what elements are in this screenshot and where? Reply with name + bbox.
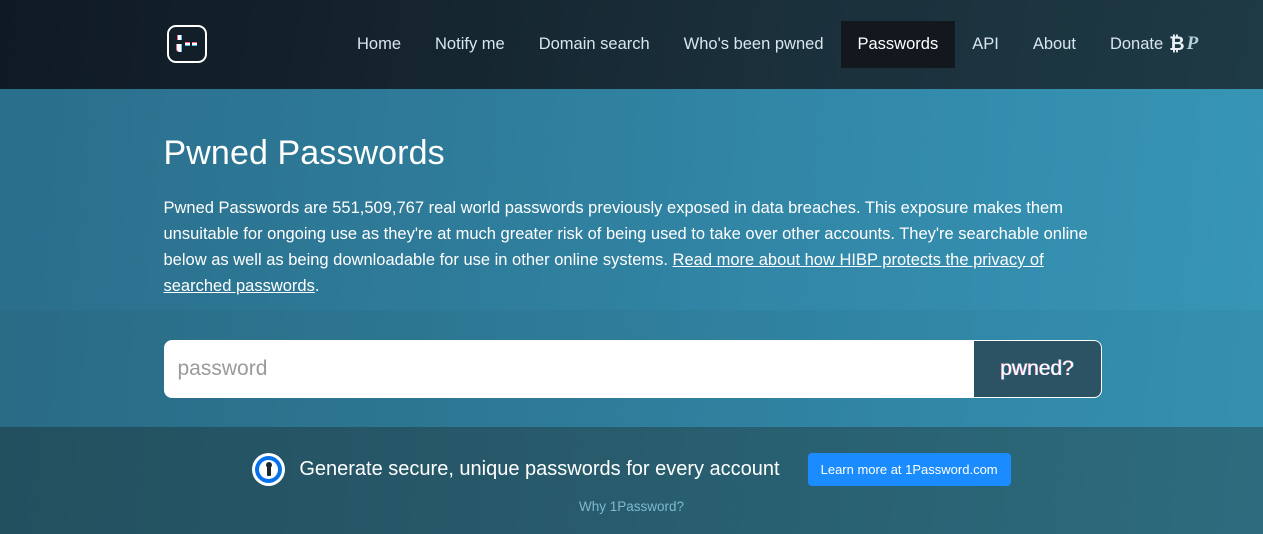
onepassword-headline: Generate secure, unique passwords for ev… — [299, 458, 780, 480]
onepassword-promo-banner: Generate secure, unique passwords for ev… — [0, 427, 1263, 534]
donate-icons: ₿ P — [1169, 34, 1199, 54]
main-navigation: Home Notify me Domain search Who's been … — [340, 0, 1215, 89]
paypal-icon[interactable]: P — [1187, 34, 1199, 53]
password-search-section: pwned? — [0, 310, 1263, 427]
nav-item-whos-been-pwned[interactable]: Who's been pwned — [667, 21, 841, 68]
nav-item-donate-label: Donate — [1109, 35, 1164, 54]
hero-description: Pwned Passwords are 551,509,767 real wor… — [164, 195, 1090, 299]
semicolon-dash-dash-glyph — [175, 34, 199, 54]
onepassword-learn-more-button[interactable]: Learn more at 1Password.com — [807, 453, 1011, 486]
why-1password-link[interactable]: Why 1Password? — [579, 499, 684, 514]
hibp-logo-icon[interactable] — [167, 25, 207, 63]
nav-item-domain-search[interactable]: Domain search — [522, 21, 667, 68]
bitcoin-icon[interactable]: ₿ — [1169, 35, 1184, 54]
nav-item-api[interactable]: API — [955, 21, 1016, 68]
password-search-input[interactable] — [163, 339, 974, 398]
hero-section: Pwned Passwords Pwned Passwords are 551,… — [0, 89, 1263, 310]
nav-item-donate[interactable]: Donate ₿ P — [1093, 20, 1215, 69]
pwned-submit-button[interactable]: pwned? — [973, 339, 1102, 398]
hero-description-tail: . — [314, 277, 320, 295]
1password-logo-icon — [252, 453, 286, 486]
site-header: Home Notify me Domain search Who's been … — [0, 0, 1263, 89]
onepassword-promo-row: Generate secure, unique passwords for ev… — [252, 453, 1011, 486]
nav-item-home[interactable]: Home — [340, 21, 418, 68]
password-search-form: pwned? — [162, 339, 1102, 398]
page-title: Pwned Passwords — [163, 134, 445, 172]
nav-item-about[interactable]: About — [1016, 21, 1093, 68]
nav-item-notify-me[interactable]: Notify me — [418, 21, 522, 68]
nav-item-passwords[interactable]: Passwords — [840, 21, 956, 68]
